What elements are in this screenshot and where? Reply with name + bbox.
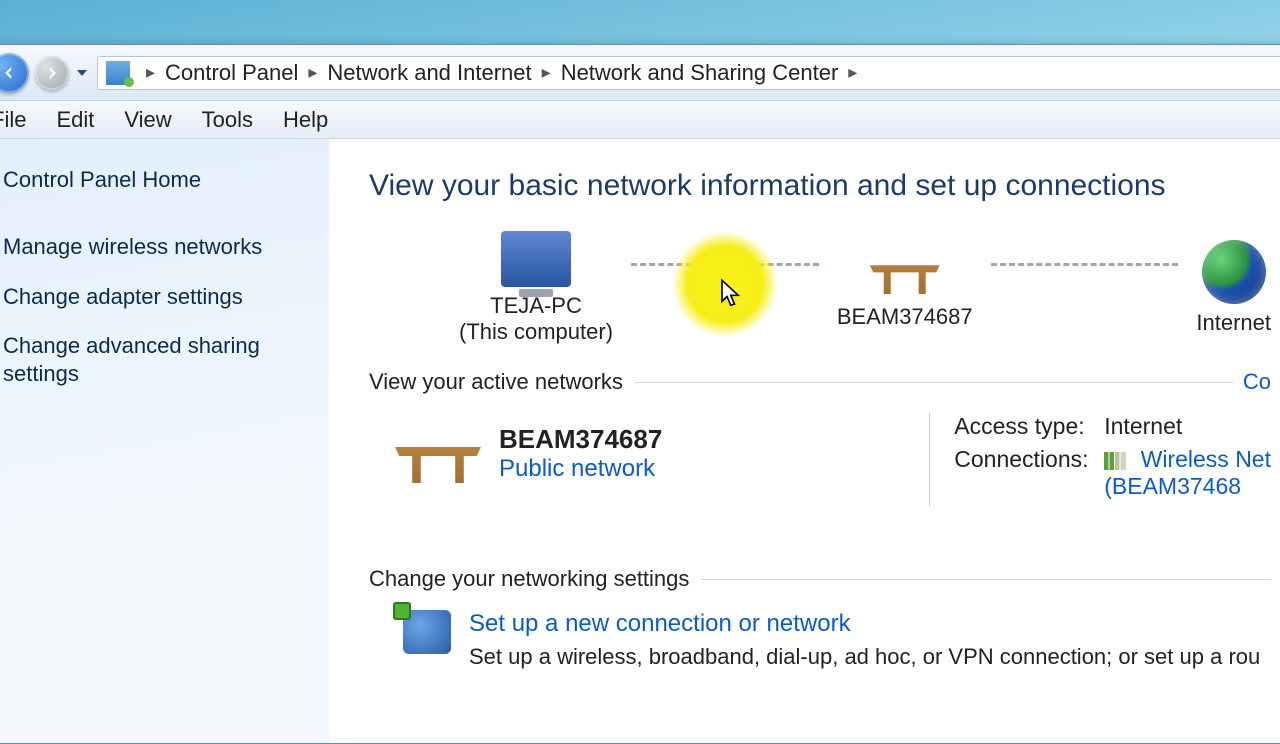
node-this-pc[interactable]: TEJA-PC (This computer) xyxy=(459,231,613,345)
address-bar: ▸ Control Panel ▸ Network and Internet ▸… xyxy=(0,45,1280,101)
network-properties: Access type: Internet Connections: Wirel… xyxy=(954,413,1271,506)
access-type-label: Access type: xyxy=(954,413,1104,440)
globe-icon xyxy=(1202,240,1266,304)
network-center-icon xyxy=(106,61,130,85)
change-settings-text: Change your networking settings xyxy=(369,566,689,592)
active-networks-label: View your active networks Co xyxy=(369,369,1271,395)
setup-connection-icon xyxy=(403,610,451,654)
back-button[interactable] xyxy=(0,53,29,93)
network-map: TEJA-PC (This computer) BEAM374687 Inter… xyxy=(459,231,1271,345)
connect-disconnect-link[interactable]: Co xyxy=(1243,369,1271,395)
active-network: BEAM374687 Public network xyxy=(369,413,905,493)
menu-file[interactable]: File xyxy=(0,107,26,133)
forward-arrow-icon xyxy=(43,64,61,82)
node-router-label: BEAM374687 xyxy=(837,304,973,329)
setup-connection-desc: Set up a wireless, broadband, dial-up, a… xyxy=(469,644,1260,670)
sidebar-change-advanced[interactable]: Change advanced sharing settings xyxy=(3,332,307,387)
history-dropdown[interactable] xyxy=(77,70,87,76)
back-arrow-icon xyxy=(0,64,18,82)
computer-icon xyxy=(501,231,571,287)
sidebar-change-adapter[interactable]: Change adapter settings xyxy=(3,283,307,311)
content-pane: View your basic network information and … xyxy=(329,139,1280,743)
menu-help[interactable]: Help xyxy=(283,107,328,133)
bench-network-icon xyxy=(395,423,481,483)
network-type-link[interactable]: Public network xyxy=(499,455,662,483)
node-internet-label: Internet xyxy=(1196,310,1271,335)
connection-line xyxy=(991,263,1179,266)
breadcrumb-network-internet[interactable]: Network and Internet xyxy=(327,60,531,86)
page-title: View your basic network information and … xyxy=(369,169,1271,203)
wifi-signal-icon xyxy=(1104,452,1126,470)
setup-connection-option[interactable]: Set up a new connection or network Set u… xyxy=(403,610,1271,670)
access-type-value: Internet xyxy=(1104,413,1182,440)
menu-edit[interactable]: Edit xyxy=(56,107,94,133)
connection-line xyxy=(631,263,819,266)
menu-tools[interactable]: Tools xyxy=(202,107,253,133)
setup-connection-title[interactable]: Set up a new connection or network xyxy=(469,610,1260,638)
vertical-divider xyxy=(929,413,930,506)
breadcrumb[interactable]: ▸ Control Panel ▸ Network and Internet ▸… xyxy=(97,56,1280,90)
chevron-right-icon: ▸ xyxy=(146,62,155,83)
connection-link-line2: (BEAM37468 xyxy=(1104,473,1241,499)
active-networks-text: View your active networks xyxy=(369,369,623,395)
sidebar: Control Panel Home Manage wireless netwo… xyxy=(0,139,329,743)
control-panel-home-link[interactable]: Control Panel Home xyxy=(3,167,307,193)
chevron-right-icon: ▸ xyxy=(308,62,317,83)
sidebar-manage-wireless[interactable]: Manage wireless networks xyxy=(3,233,307,261)
breadcrumb-sharing-center[interactable]: Network and Sharing Center xyxy=(561,60,839,86)
node-router[interactable]: BEAM374687 xyxy=(837,246,973,330)
bench-network-icon xyxy=(870,246,940,294)
breadcrumb-control-panel[interactable]: Control Panel xyxy=(165,60,298,86)
active-network-row: BEAM374687 Public network Access type: I… xyxy=(369,413,1271,506)
connection-link[interactable]: Wireless Net (BEAM37468 xyxy=(1104,446,1271,499)
change-settings-label: Change your networking settings xyxy=(369,566,1271,592)
chevron-right-icon: ▸ xyxy=(542,62,551,83)
active-network-name: BEAM374687 xyxy=(499,424,662,455)
connections-label: Connections: xyxy=(954,446,1104,500)
node-internet[interactable]: Internet xyxy=(1196,240,1271,336)
control-panel-window: ▸ Control Panel ▸ Network and Internet ▸… xyxy=(0,44,1280,744)
menu-bar: File Edit View Tools Help xyxy=(0,101,1280,139)
section-rule xyxy=(701,579,1271,580)
chevron-right-icon: ▸ xyxy=(848,62,857,83)
connection-link-line1: Wireless Net xyxy=(1141,446,1271,472)
node-pc-sublabel: (This computer) xyxy=(459,319,613,345)
menu-view[interactable]: View xyxy=(124,107,171,133)
section-rule xyxy=(635,382,1233,383)
forward-button[interactable] xyxy=(35,56,69,90)
